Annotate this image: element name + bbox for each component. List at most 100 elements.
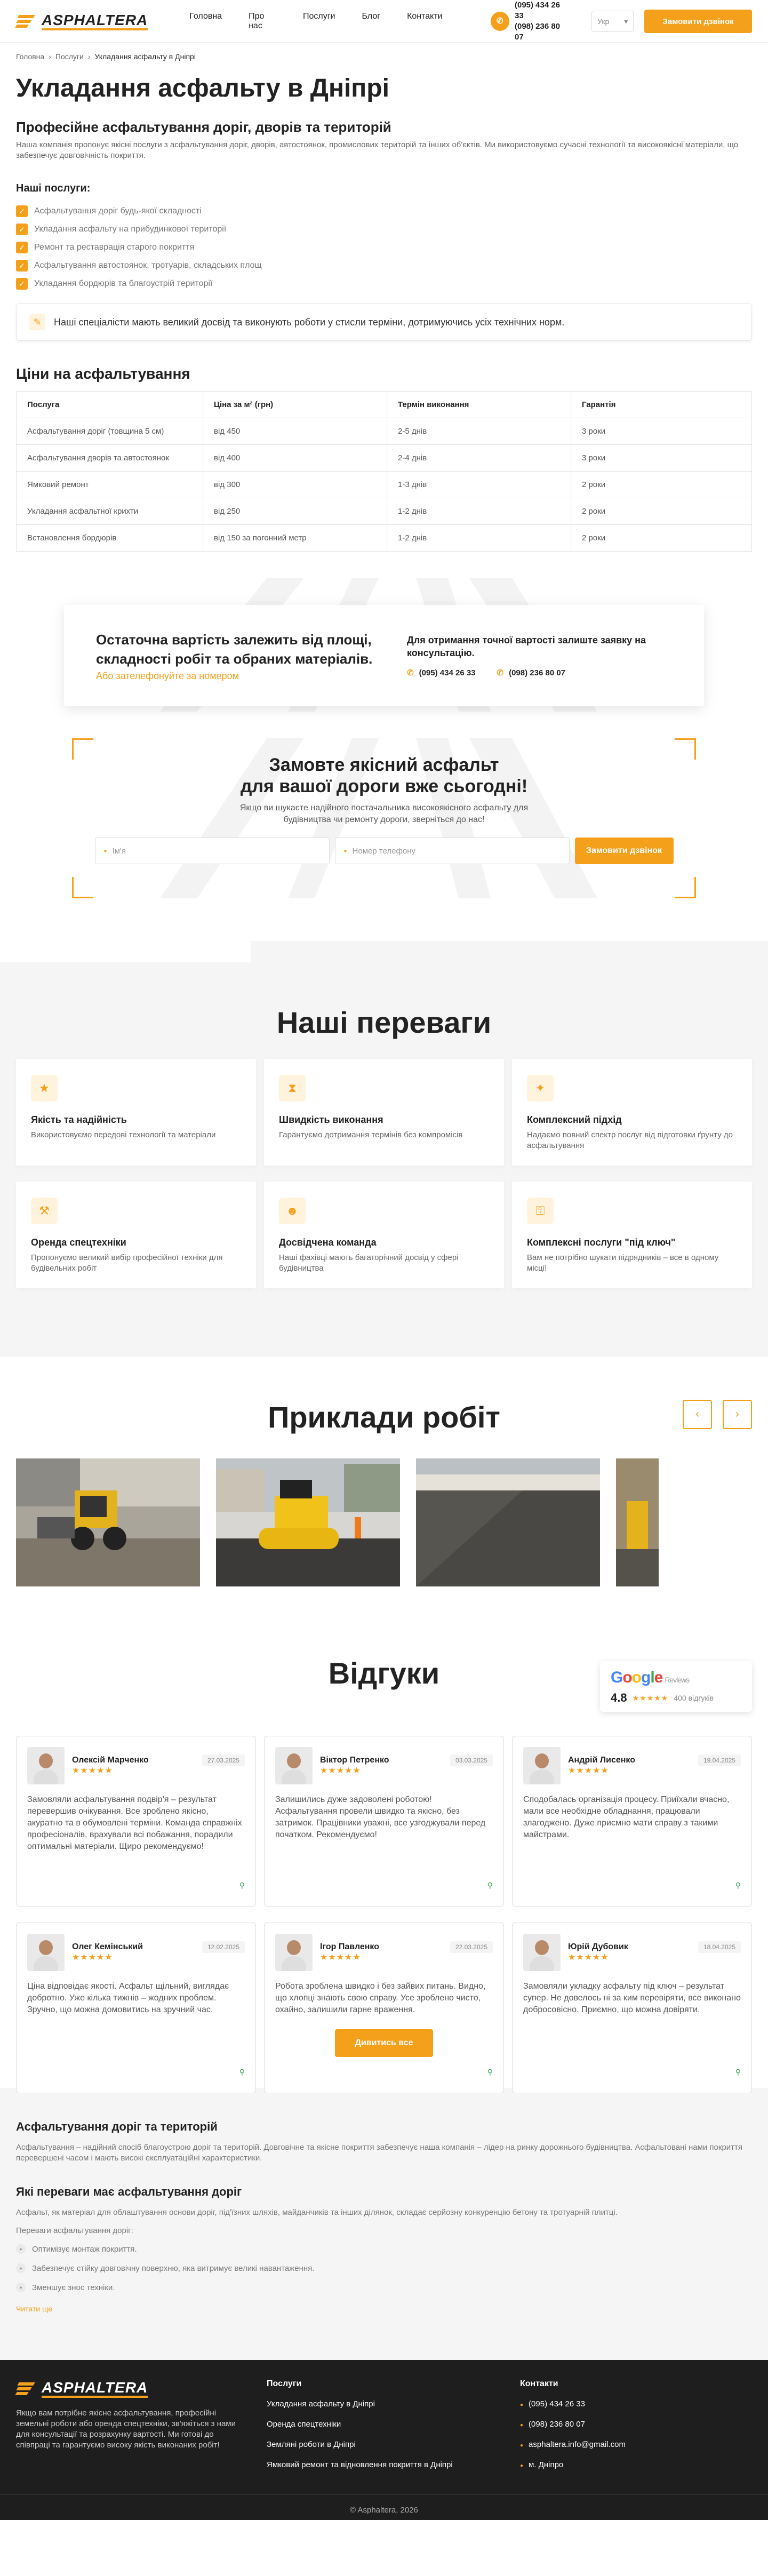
footer-services-title: Послуги xyxy=(267,2379,302,2388)
examples-section: Приклади робіт ‹ › xyxy=(0,1357,768,1650)
intro-text: Наша компанія пропонує якісні послуги з … xyxy=(16,140,739,160)
price-cta-link[interactable]: Або зателефонуйте за номером xyxy=(96,671,407,682)
review-stars: ★★★★★ xyxy=(72,1953,113,1962)
breadcrumb-services[interactable]: Послуги xyxy=(55,52,84,61)
table-cell: 2-4 днів xyxy=(387,444,571,472)
reviewer-name: Олексій Марченко xyxy=(72,1756,149,1765)
footer-service-link[interactable]: Ямковий ремонт та відновлення покриття в… xyxy=(267,2460,520,2481)
review-stars: ★★★★★ xyxy=(320,1766,361,1775)
location-pin-icon: ⚲ xyxy=(487,2068,493,2076)
google-reviews-label: Reviews xyxy=(665,1676,690,1684)
review-card: Ігор Павленко ★★★★★ 22.03.2025 Робота зробл… xyxy=(264,1923,504,2093)
list-item: ✓ Асфальтування автостоянок, тротуарів, с… xyxy=(16,257,752,275)
review-text: Замовляли асфальтування подвір'я – резул… xyxy=(27,1795,242,1851)
cta-phone-1[interactable]: (095) 434 26 33 xyxy=(407,668,476,677)
price-cta-section: Остаточна вартість залежить від площі, с… xyxy=(0,573,768,717)
footer-service-link[interactable]: Земляні роботи в Дніпрі xyxy=(267,2440,520,2460)
check-icon: ✓ xyxy=(16,242,28,253)
footer-service-link[interactable]: Оренда спецтехніки xyxy=(267,2420,520,2440)
advantage-title: Досвідчена команда xyxy=(279,1237,377,1248)
avatar xyxy=(27,1747,65,1784)
gallery-prev-button[interactable]: ‹ xyxy=(683,1400,712,1429)
view-all-reviews-button[interactable]: Дивитись все xyxy=(335,2029,433,2057)
nav-blog[interactable]: Блог xyxy=(362,12,380,31)
review-text: Замовляли укладку асфальту під ключ – ре… xyxy=(523,1982,741,2014)
footer-email[interactable]: asphaltera.info@gmail.com xyxy=(520,2440,626,2460)
gallery-image[interactable] xyxy=(216,1458,400,1586)
table-cell: 3 роки xyxy=(571,418,752,445)
service-label: Ремонт та реставрація старого покриття xyxy=(34,243,195,252)
reviewer-name: Ігор Павленко xyxy=(320,1942,379,1951)
breadcrumb-separator: › xyxy=(87,52,91,61)
pen-icon: ✎ xyxy=(29,314,45,330)
advantage-title: Якість та надійність xyxy=(31,1114,127,1125)
experience-note: ✎ Наші спеціалісти мають великий досвід … xyxy=(16,304,752,341)
gallery-image[interactable] xyxy=(616,1458,659,1586)
nav-services[interactable]: Послуги xyxy=(303,12,335,31)
site-footer: ASPHALTERA Якщо вам потрібне якісне асфа… xyxy=(0,2360,768,2520)
key-icon: ⚿ xyxy=(527,1198,554,1224)
seo-text-section: Асфальтування доріг та територій Асфальт… xyxy=(0,2088,768,2360)
header-phone-2[interactable]: (098) 236 80 07 xyxy=(515,21,570,43)
corner-decoration xyxy=(675,738,696,760)
header-callback-button[interactable]: Замовити дзвінок xyxy=(644,10,752,33)
seo-title: Асфальтування доріг та територій xyxy=(16,2120,218,2133)
gallery-image[interactable] xyxy=(416,1458,600,1586)
nav-contacts[interactable]: Контакти xyxy=(407,12,443,31)
nav-home[interactable]: Головна xyxy=(189,12,222,31)
logo[interactable]: ASPHALTERA xyxy=(15,12,173,31)
review-card: Олексій Марченко ★★★★★ 27.03.2025 Замовляли… xyxy=(16,1736,256,1907)
name-input[interactable]: Ім'я xyxy=(94,838,330,864)
column-header: Послуга xyxy=(16,391,203,418)
table-row: Ямковий ремонт від 300 1-3 днів 2 роки xyxy=(16,471,752,498)
corner-decoration xyxy=(675,877,696,898)
footer-phone-1[interactable]: (095) 434 26 33 xyxy=(520,2399,626,2420)
read-more-link[interactable]: Читати ще xyxy=(16,2304,752,2313)
review-text: Залишились дуже задоволені роботою! Асфа… xyxy=(275,1795,486,1839)
service-label: Асфальтування автостоянок, тротуарів, ск… xyxy=(34,261,262,270)
footer-logo[interactable]: ASPHALTERA xyxy=(15,2379,176,2398)
google-rating-widget[interactable]: Google Reviews 4.8 ★★★★★ 400 відгуків xyxy=(600,1661,752,1712)
footer-phone-2[interactable]: (098) 236 80 07 xyxy=(520,2420,626,2440)
table-cell: від 250 xyxy=(203,498,387,525)
phone-input[interactable]: Номер телефону xyxy=(334,838,570,864)
gallery-next-button[interactable]: › xyxy=(723,1400,752,1429)
breadcrumb-current: Укладання асфальту в Дніпрі xyxy=(94,52,196,61)
list-item: Оптимізує монтаж покриття. xyxy=(16,2239,752,2259)
location-pin-icon: ⚲ xyxy=(239,2068,245,2076)
corner-decoration xyxy=(72,877,93,898)
avatar xyxy=(523,1934,561,1971)
advantage-text: Пропонуємо великий вибір професійної тех… xyxy=(31,1253,223,1273)
form-submit-button[interactable]: Замовити дзвінок xyxy=(574,838,674,864)
phone-icon: ✆ xyxy=(490,12,509,31)
footer-contacts-title: Контакти xyxy=(520,2379,558,2388)
language-value: Укр xyxy=(597,17,610,26)
cta-phone-2[interactable]: (098) 236 80 07 xyxy=(497,668,565,677)
list-item: ✓ Ремонт та реставрація старого покриття xyxy=(16,238,752,257)
list-item: ✓ Асфальтування доріг будь-якої складност… xyxy=(16,202,752,220)
nav-about[interactable]: Про нас xyxy=(249,12,276,31)
review-count: 400 відгуків xyxy=(674,1694,714,1702)
table-cell: 2-5 днів xyxy=(387,418,571,445)
breadcrumb-home[interactable]: Головна xyxy=(16,52,44,61)
footer-logo-text: ASPHALTERA xyxy=(42,2380,148,2398)
gallery-image[interactable] xyxy=(16,1458,200,1586)
logo-mark-icon xyxy=(15,12,37,31)
advantage-title: Оренда спецтехніки xyxy=(31,1237,126,1248)
breadcrumb-separator: › xyxy=(49,52,51,61)
excavator-icon: ⚒ xyxy=(31,1198,58,1224)
reviewer-name: Андрій Лисенко xyxy=(568,1756,635,1765)
list-item: Зменшує знос техніки. xyxy=(16,2278,752,2297)
language-select[interactable]: Укр ▾ xyxy=(591,11,634,32)
table-row: Асфальтування дворів та автостоянок від 4… xyxy=(16,444,752,472)
form-title-line-1: Замовте якісний асфальт xyxy=(269,755,499,775)
review-text: Сподобалась організація процесу. Приїхал… xyxy=(523,1795,730,1839)
services-list: ✓ Асфальтування доріг будь-якої складност… xyxy=(16,202,752,293)
advantage-title: Комплексний підхід xyxy=(527,1114,622,1125)
footer-service-link[interactable]: Укладання асфальту в Дніпрі xyxy=(267,2399,520,2420)
table-row: Асфальтування доріг (товщина 5 см) від 45… xyxy=(16,418,752,445)
header-phone-1[interactable]: (095) 434 26 33 xyxy=(515,0,570,21)
advantage-card: ⧗ Швидкість виконання Гарантуємо дотриманн… xyxy=(264,1059,504,1166)
advantage-text: Гарантуємо дотримання термінів без компр… xyxy=(279,1130,463,1139)
logo-text: ASPHALTERA xyxy=(42,12,148,30)
